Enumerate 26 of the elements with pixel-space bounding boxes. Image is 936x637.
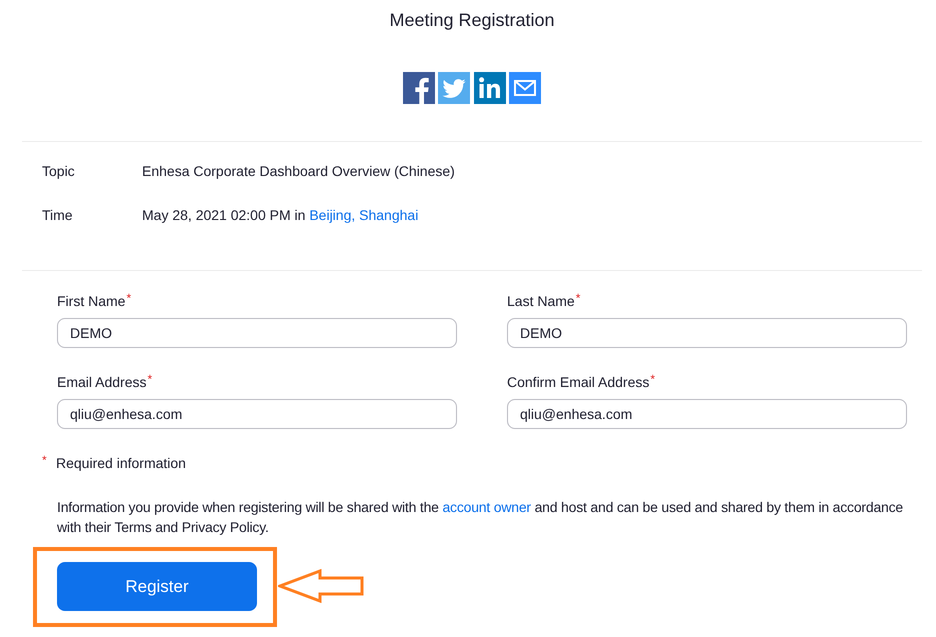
required-note: Required information	[56, 454, 186, 473]
privacy-notice: Information you provide when registering will be shared with the account owner and host and can be used and shared by them in accordance with their Terms and Privacy Policy.	[57, 498, 904, 537]
facebook-icon[interactable]	[402, 72, 435, 104]
required-asterisk: *	[42, 453, 48, 467]
timezone-link[interactable]: Beijing, Shanghai	[309, 207, 418, 223]
field-label: Last Name	[507, 292, 575, 311]
input-field[interactable]: DEMO	[57, 318, 457, 348]
detail-value: Enhesa Corporate Dashboard Overview (Chinese)	[142, 162, 455, 181]
field-label: Email Address	[57, 373, 146, 392]
envelope-icon[interactable]	[509, 72, 542, 104]
required-asterisk: *	[147, 372, 152, 386]
required-asterisk: *	[650, 372, 656, 386]
input-field[interactable]: DEMO	[507, 318, 907, 348]
required-asterisk: *	[576, 291, 580, 305]
detail-label: Topic	[42, 162, 76, 181]
field-label: First Name	[57, 292, 126, 311]
detail-label: Time	[42, 206, 74, 225]
required-asterisk: *	[126, 291, 132, 305]
detail-value: May 28, 2021 02:00 PM in Beijing, Shanghai	[142, 206, 418, 225]
register-button[interactable]: Register	[57, 562, 257, 611]
account-owner-link[interactable]: account owner	[442, 499, 531, 515]
page-title: Meeting Registration	[389, 9, 555, 32]
input-field[interactable]: qliu@enhesa.com	[57, 399, 457, 429]
linkedin-icon[interactable]	[474, 72, 506, 104]
field-label: Confirm Email Address	[507, 373, 650, 392]
input-field[interactable]: qliu@enhesa.com	[507, 399, 907, 429]
